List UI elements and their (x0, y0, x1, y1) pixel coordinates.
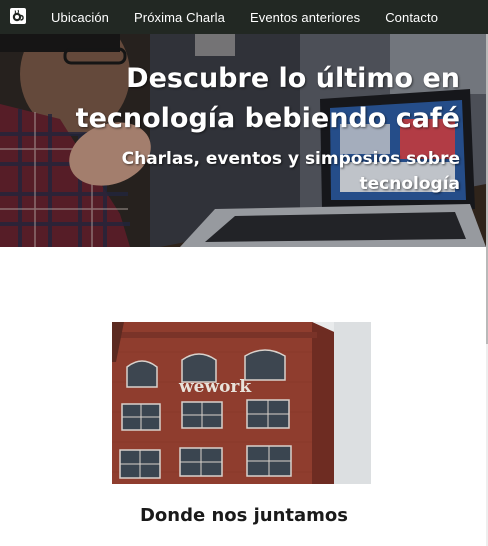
nav-link-ubicacion[interactable]: Ubicación (51, 10, 109, 25)
hero-banner: Descubre lo último en tecnología bebiend… (0, 34, 486, 247)
location-heading: Donde nos juntamos (139, 505, 349, 526)
building-illustration: wework (112, 322, 371, 484)
hero-subtitle: Charlas, eventos y simposios sobre tecno… (121, 149, 460, 194)
hero-title: Descubre lo último en tecnología bebiend… (75, 63, 460, 134)
nav-link-proxima-charla[interactable]: Próxima Charla (134, 10, 225, 25)
wework-sign-text: wework (178, 377, 252, 397)
nav-link-contacto[interactable]: Contacto (385, 10, 438, 25)
top-navbar: Ubicación Próxima Charla Eventos anterio… (0, 0, 488, 35)
coffee-cup-logo-icon[interactable] (10, 8, 26, 24)
meeting-location-photo: wework (112, 322, 371, 484)
nav-link-eventos-anteriores[interactable]: Eventos anteriores (250, 10, 360, 25)
